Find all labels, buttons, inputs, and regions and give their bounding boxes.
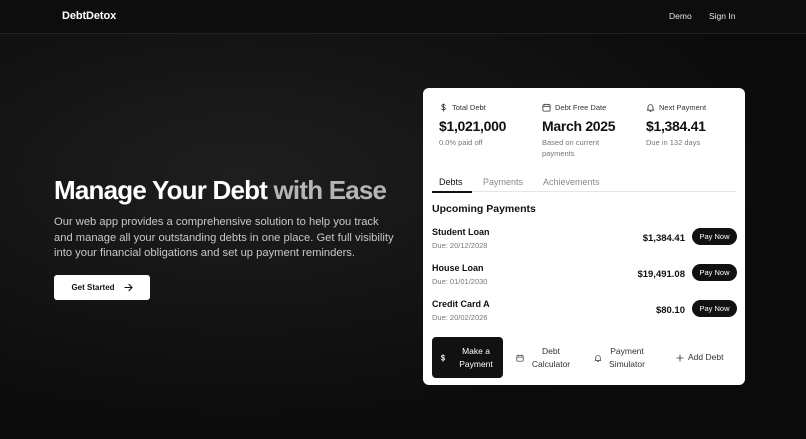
stat-value: $1,384.41 [646, 118, 706, 134]
stat-label: Total Debt [452, 103, 486, 112]
stat-value: March 2025 [542, 118, 616, 134]
pay-now-button[interactable]: Pay Now [692, 228, 737, 245]
pay-now-button[interactable]: Pay Now [692, 300, 737, 317]
stat-next-payment: Next Payment $1,384.41 Due in 132 days [646, 102, 706, 148]
payment-due-date: Due: 20/02/2026 [432, 313, 488, 322]
stat-label: Debt Free Date [555, 103, 607, 112]
stat-debt-free-date: Debt Free Date March 2025 Based on curre… [542, 102, 632, 159]
stat-total-debt: Total Debt $1,021,000 0.0% paid off [439, 102, 506, 148]
upcoming-payments-title: Upcoming Payments [432, 203, 536, 215]
tab-payments[interactable]: Payments [483, 177, 523, 187]
payment-name: House Loan [432, 263, 484, 273]
tab-debts[interactable]: Debts [439, 177, 463, 187]
payment-simulator-label: Payment Simulator [609, 345, 645, 369]
payment-row: Student Loan Due: 20/12/2028 $1,384.41 P… [432, 227, 737, 253]
calendar-icon [542, 103, 551, 112]
dollar-icon [440, 353, 446, 362]
tab-bar: Debts Payments Achievements [432, 174, 736, 193]
payment-row: House Loan Due: 01/01/2030 $19,491.08 Pa… [432, 263, 737, 289]
add-debt-label: Add Debt [688, 352, 724, 362]
payment-name: Student Loan [432, 227, 490, 237]
payment-name: Credit Card A [432, 299, 490, 309]
hero-title-accent: with Ease [273, 175, 387, 205]
nav-demo-link[interactable]: Demo [669, 11, 692, 21]
debt-calculator-label: Debt Calculator [531, 345, 571, 369]
brand-logo[interactable]: DebtDetox [62, 10, 116, 22]
get-started-label: Get Started [71, 283, 115, 292]
add-debt-button[interactable]: Add Debt [676, 337, 723, 378]
stat-label: Next Payment [659, 103, 707, 112]
tab-achievements[interactable]: Achievements [543, 177, 600, 187]
payment-due-date: Due: 20/12/2028 [432, 241, 488, 250]
hero-title: Manage Your Debt with Ease [54, 175, 387, 206]
stat-subtext: Based on current payments [542, 138, 600, 158]
payment-amount: $1,384.41 [642, 233, 685, 244]
stat-value: $1,021,000 [439, 118, 507, 134]
make-payment-label: Make a Payment [459, 345, 493, 369]
active-tab-indicator [432, 191, 472, 193]
stat-subtext: 0.0% paid off [439, 138, 483, 147]
make-payment-button[interactable]: Make a Payment [432, 337, 503, 378]
nav-signin-link[interactable]: Sign In [709, 11, 735, 21]
payment-amount: $19,491.08 [637, 269, 685, 280]
get-started-button[interactable]: Get Started [54, 275, 150, 300]
hero-description: Our web app provides a comprehensive sol… [54, 216, 394, 259]
dashboard-card: Total Debt $1,021,000 0.0% paid off Debt… [423, 88, 745, 385]
pay-now-button[interactable]: Pay Now [692, 264, 737, 281]
dollar-icon [441, 103, 446, 112]
payment-amount: $80.10 [655, 305, 685, 316]
hero-title-main: Manage Your Debt [54, 175, 274, 205]
bell-icon [594, 354, 602, 362]
arrow-right-icon [123, 283, 133, 292]
plus-icon [676, 353, 684, 362]
payment-simulator-button[interactable]: Payment Simulator [594, 337, 648, 378]
debt-calculator-button[interactable]: Debt Calculator [516, 337, 574, 378]
top-nav: DebtDetox Demo Sign In [0, 0, 806, 34]
bell-icon [646, 104, 655, 112]
payment-row: Credit Card A Due: 20/02/2026 $80.10 Pay… [432, 299, 737, 325]
stat-subtext: Due in 132 days [646, 138, 701, 147]
calendar-icon [516, 354, 524, 362]
payment-due-date: Due: 01/01/2030 [432, 277, 488, 286]
